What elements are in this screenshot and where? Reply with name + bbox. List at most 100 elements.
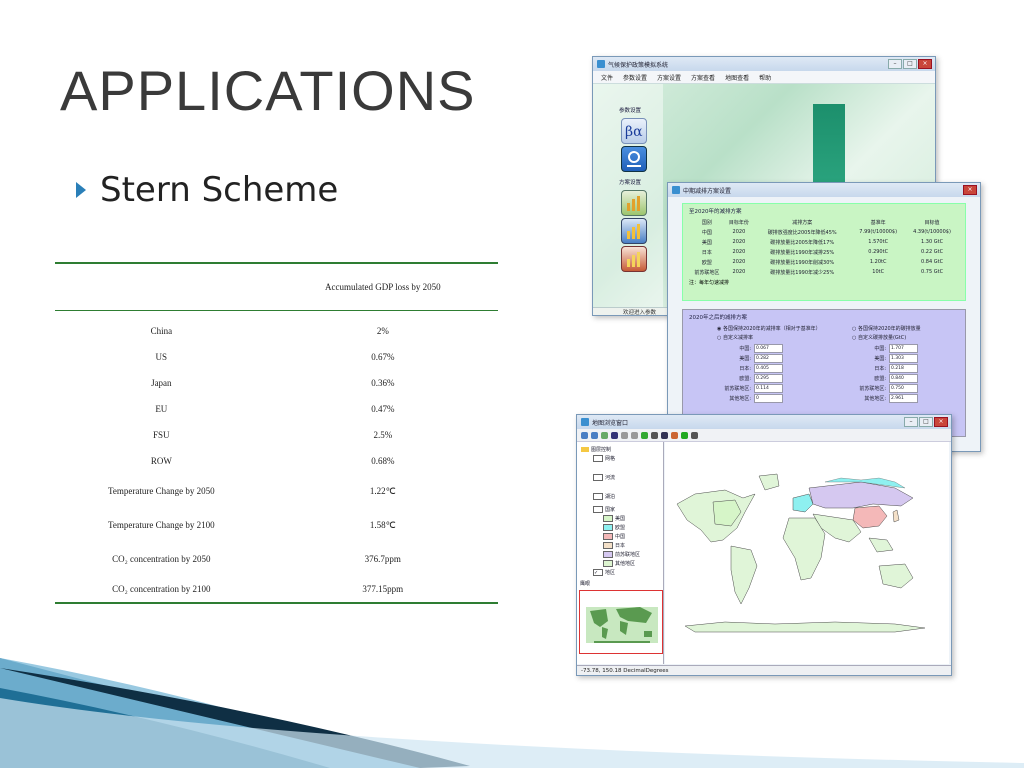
- world-map: [676, 473, 926, 633]
- rate-input-fsu[interactable]: 0.114: [754, 383, 783, 393]
- layer-label: 河流: [605, 475, 616, 481]
- pan-icon[interactable]: [601, 431, 608, 439]
- minimize-button[interactable]: –: [888, 59, 902, 69]
- pointer-icon[interactable]: [651, 431, 658, 439]
- print-icon[interactable]: [671, 431, 678, 439]
- table-corner: [55, 263, 268, 311]
- legend-swatch: [603, 515, 613, 522]
- globe-icon[interactable]: [611, 431, 618, 439]
- field-label: 美国:: [739, 355, 751, 362]
- layer-label: 美国: [615, 516, 626, 522]
- beta-alpha-param-button[interactable]: βα: [621, 118, 647, 144]
- layer-label: 日本: [615, 543, 626, 549]
- emission-input-china[interactable]: 1.707: [889, 343, 918, 353]
- back-arrow-icon[interactable]: [621, 431, 628, 439]
- radio-keep-emissions[interactable]: ○ 各国保持2020年的碳排放量: [824, 325, 959, 332]
- help-icon[interactable]: [681, 431, 688, 439]
- cell: 美国: [701, 239, 712, 246]
- checkbox-icon: [593, 506, 603, 513]
- scheme-chart-button-1[interactable]: [621, 190, 647, 216]
- australia-region: [878, 563, 914, 589]
- row-label: China: [150, 326, 173, 336]
- layer-grid[interactable]: 网格: [581, 454, 659, 463]
- cell: 2020: [732, 269, 746, 275]
- menu-param-settings[interactable]: 参数设置: [623, 73, 647, 82]
- zoom-in-icon[interactable]: [581, 431, 588, 439]
- rate-input-eu[interactable]: 0.295: [754, 373, 783, 383]
- cell: 碳排放量比1990年减排25%: [770, 249, 835, 256]
- col-header: 目标值: [924, 219, 940, 226]
- scheme-window-titlebar[interactable]: 中期减排方案设置 ×: [668, 183, 980, 197]
- africa-region: [782, 517, 826, 581]
- layer-lakes[interactable]: 湖泊: [581, 492, 659, 501]
- zoom-out-icon[interactable]: [591, 431, 598, 439]
- tools-icon[interactable]: [691, 431, 698, 439]
- close-button[interactable]: ×: [934, 417, 948, 427]
- menu-map-view[interactable]: 地图查看: [725, 73, 749, 82]
- emission-input-fsu[interactable]: 0.750: [889, 383, 918, 393]
- layer-root[interactable]: 图层控制: [581, 445, 659, 454]
- close-button[interactable]: ×: [918, 59, 932, 69]
- emission-input-eu[interactable]: 0.840: [889, 373, 918, 383]
- china-region: [852, 505, 888, 529]
- search-param-button[interactable]: [621, 146, 647, 172]
- table-row: 欧盟 2020 碳排放量比1990年削减30% 1.20tC 0.84 GtC: [689, 257, 959, 267]
- menu-help[interactable]: 帮助: [759, 73, 771, 82]
- scheme-chart-button-3[interactable]: [621, 246, 647, 272]
- map-window-titlebar[interactable]: 地图浏览窗口 – □ ×: [577, 415, 951, 429]
- layer-rivers[interactable]: 河流: [581, 473, 659, 482]
- menu-scheme-settings[interactable]: 方案设置: [657, 73, 681, 82]
- scheme-chart-button-2[interactable]: [621, 218, 647, 244]
- layer-label: 湖泊: [605, 494, 616, 500]
- rate-input-other[interactable]: 0: [754, 393, 783, 403]
- map-browser-window: 地图浏览窗口 – □ × 图层控制 网格 河流 湖泊 国家 美国 欧盟 中国 日…: [576, 414, 952, 676]
- japan-region: [892, 509, 900, 523]
- row-value: 376.7ppm: [364, 554, 401, 564]
- cell: 1.30 GtC: [921, 239, 944, 245]
- side-scheme-label: 方案设置: [619, 180, 642, 186]
- radio-keep-rate[interactable]: ◉ 各国保持2020年的减排率（相对于基准年）: [689, 325, 824, 332]
- forward-arrow-icon[interactable]: [631, 431, 638, 439]
- rate-input-china[interactable]: 0.067: [754, 343, 783, 353]
- legend-eu: 欧盟: [581, 523, 659, 532]
- rate-input-japan[interactable]: 0.405: [754, 363, 783, 373]
- maximize-button[interactable]: □: [903, 59, 917, 69]
- cell: 0.84 GtC: [921, 259, 944, 265]
- row-label: EU: [155, 404, 168, 414]
- info-icon[interactable]: [661, 431, 668, 439]
- group-title: 2020年之后的减排方案: [689, 315, 747, 321]
- layer-label: 图层控制: [591, 447, 612, 453]
- legend-swatch: [603, 542, 613, 549]
- main-window-titlebar[interactable]: 气候保护政策模拟系统 – □ ×: [593, 57, 935, 71]
- emission-input-japan[interactable]: 0.218: [889, 363, 918, 373]
- radio-custom-emissions[interactable]: ○ 自定义碳排放量(GtC): [824, 334, 959, 341]
- layer-label: 欧盟: [615, 525, 626, 531]
- emission-input-other[interactable]: 2.961: [889, 393, 918, 403]
- row-value: 1.58℃: [369, 519, 396, 530]
- close-button[interactable]: ×: [963, 185, 977, 195]
- row-value: 0.67%: [371, 352, 395, 362]
- cell: 碳排放强度比2005年降低45%: [767, 229, 837, 236]
- field-label: 其他地区:: [864, 395, 886, 402]
- layer-regions[interactable]: ✓ 地区: [581, 568, 659, 577]
- scheme-2020-group: 至2020年的减排方案 国别 目标年份 减排方案 基准年 目标值 中国 2020 碳…: [682, 203, 966, 301]
- rate-input-us[interactable]: 0.282: [754, 353, 783, 363]
- cell: 10tC: [872, 269, 885, 275]
- menu-scheme-view[interactable]: 方案查看: [691, 73, 715, 82]
- table-row: 美国 2020 碳排放量比2005年降低17% 1.570tC 1.30 GtC: [689, 237, 959, 247]
- field-label: 中国:: [874, 345, 886, 352]
- minimize-button[interactable]: –: [904, 417, 918, 427]
- emission-input-us[interactable]: 1.303: [889, 353, 918, 363]
- layer-countries[interactable]: 国家: [581, 505, 659, 514]
- layer-label: 其他地区: [615, 561, 636, 567]
- table-header: Accumulated GDP loss by 2050: [324, 282, 441, 292]
- checkbox-icon: [593, 474, 603, 481]
- table-row: 前苏联地区 2020 碳排放量比1990年减少25% 10tC 0.75 GtC: [689, 267, 959, 277]
- menu-file[interactable]: 文件: [601, 73, 613, 82]
- map-canvas[interactable]: [665, 442, 949, 664]
- refresh-icon[interactable]: [641, 431, 648, 439]
- radio-custom-rate[interactable]: ○ 自定义减排率: [689, 334, 824, 341]
- maximize-button[interactable]: □: [919, 417, 933, 427]
- south-america-region: [730, 545, 758, 605]
- legend-swatch: [603, 551, 613, 558]
